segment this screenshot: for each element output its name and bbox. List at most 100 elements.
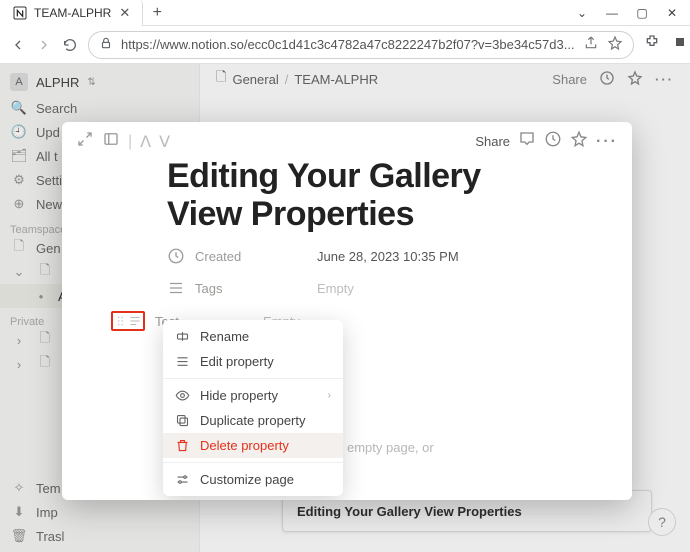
maximize-button[interactable]: ▢ bbox=[636, 6, 648, 20]
page-icon: 🗋 bbox=[36, 331, 54, 349]
notion-app: A ALPHR ⇅ 🔍Search 🕘Upd 🗂All t ⚙Setti ⊕Ne… bbox=[0, 64, 690, 552]
share-url-icon[interactable] bbox=[583, 35, 599, 54]
star-icon[interactable] bbox=[607, 35, 623, 54]
gear-icon: ⚙ bbox=[10, 171, 28, 189]
page-icon: 🗋 bbox=[36, 263, 54, 281]
clock-icon bbox=[167, 247, 185, 265]
sidebar-label: Upd bbox=[36, 125, 60, 140]
address-bar[interactable]: https://www.notion.so/ecc0c1d41c3c4782a4… bbox=[88, 31, 634, 59]
menu-item-duplicate-property[interactable]: Duplicate property bbox=[163, 408, 343, 433]
property-row-created[interactable]: Created June 28, 2023 10:35 PM bbox=[167, 247, 604, 265]
browser-tab[interactable]: TEAM-ALPHR ✕ bbox=[0, 0, 143, 26]
page-icon: 🗋 bbox=[216, 68, 226, 90]
clock-icon: 🕘 bbox=[10, 123, 28, 141]
sidebar-label: Imp bbox=[36, 505, 58, 520]
divider: | bbox=[128, 133, 132, 151]
back-button[interactable] bbox=[10, 36, 26, 54]
sidebar-label: New bbox=[36, 197, 62, 212]
breadcrumb-item[interactable]: TEAM-ALPHR bbox=[294, 72, 378, 87]
tag-list-icon bbox=[167, 279, 185, 297]
minimize-button[interactable]: — bbox=[606, 6, 618, 20]
sidebar-label: Setti bbox=[36, 173, 62, 188]
edit-prop-icon bbox=[175, 354, 190, 369]
lock-icon bbox=[99, 36, 113, 53]
page-icon: 🗋 bbox=[36, 355, 54, 373]
window-controls: ⌄ — ▢ ✕ bbox=[564, 0, 690, 25]
breadcrumb-item[interactable]: General bbox=[232, 72, 278, 87]
url-text: https://www.notion.so/ecc0c1d41c3c4782a4… bbox=[121, 37, 575, 52]
new-tab-button[interactable]: + bbox=[143, 0, 171, 25]
sidebar-item-trash[interactable]: 🗑 Trasl bbox=[0, 524, 199, 548]
trash-icon: 🗑 bbox=[10, 527, 28, 545]
duplicate-icon bbox=[175, 413, 190, 428]
property-label: Created bbox=[195, 249, 275, 264]
trash-icon bbox=[175, 438, 190, 453]
clock-icon[interactable] bbox=[599, 70, 615, 89]
search-icon: 🔍 bbox=[10, 99, 28, 117]
property-row-tags[interactable]: Tags Empty bbox=[167, 279, 604, 297]
empty-page-hint: empty page, or bbox=[347, 440, 434, 455]
page-peek-modal: | ᐱ ᐯ Share ··· Editing Your GalleryView… bbox=[62, 122, 632, 500]
tab-close-icon[interactable]: ✕ bbox=[117, 5, 132, 21]
menu-item-delete-property[interactable]: Delete property bbox=[163, 433, 343, 458]
bullet-icon: • bbox=[32, 287, 50, 305]
chevron-down-icon[interactable]: ⌄ bbox=[576, 6, 588, 20]
property-context-menu: Rename Edit property Hide property› Dupl… bbox=[163, 320, 343, 496]
browser-toolbar: https://www.notion.so/ecc0c1d41c3c4782a4… bbox=[0, 26, 690, 64]
inbox-icon: 🗂 bbox=[10, 147, 28, 165]
sidebar-label: Gen bbox=[36, 241, 61, 256]
help-icon: ? bbox=[658, 514, 666, 530]
star-icon[interactable] bbox=[627, 70, 643, 89]
text-lines-icon bbox=[128, 314, 142, 328]
star-icon[interactable] bbox=[570, 130, 588, 153]
more-icon[interactable]: ··· bbox=[596, 133, 618, 151]
stop-icon[interactable] bbox=[672, 34, 688, 55]
workspace-switcher[interactable]: A ALPHR ⇅ bbox=[0, 68, 199, 96]
sidebar-label: Tem bbox=[36, 481, 61, 496]
eye-off-icon bbox=[175, 388, 190, 403]
chevron-right-icon: › bbox=[10, 355, 28, 373]
menu-item-customize-page[interactable]: Customize page bbox=[163, 467, 343, 492]
notion-favicon-icon bbox=[12, 5, 28, 21]
chevron-right-icon: › bbox=[328, 390, 331, 401]
sidebar-label: Trasl bbox=[36, 529, 64, 544]
page-title[interactable]: Editing Your GalleryView Properties bbox=[167, 157, 604, 233]
share-button[interactable]: Share bbox=[552, 72, 587, 87]
share-button[interactable]: Share bbox=[475, 134, 510, 149]
prev-icon[interactable]: ᐱ bbox=[140, 132, 151, 152]
close-window-button[interactable]: ✕ bbox=[666, 6, 678, 20]
property-value: June 28, 2023 10:35 PM bbox=[317, 249, 459, 264]
page-icon: 🗋 bbox=[10, 239, 28, 257]
reload-button[interactable] bbox=[62, 36, 78, 54]
sidebar-item-import[interactable]: ⬇Imp bbox=[0, 500, 199, 524]
extensions-icon[interactable] bbox=[644, 34, 660, 55]
breadcrumb: 🗋 General / TEAM-ALPHR Share ··· bbox=[200, 64, 690, 94]
more-icon[interactable]: ··· bbox=[655, 72, 674, 87]
breadcrumb-separator: / bbox=[285, 72, 289, 87]
menu-separator bbox=[163, 462, 343, 463]
browser-tab-title: TEAM-ALPHR bbox=[34, 6, 111, 20]
comments-icon[interactable] bbox=[518, 130, 536, 153]
next-icon[interactable]: ᐯ bbox=[159, 132, 170, 152]
menu-item-rename[interactable]: Rename bbox=[163, 324, 343, 349]
gallery-card-title: Editing Your Gallery View Properties bbox=[297, 504, 522, 519]
drag-handle-icon bbox=[114, 314, 128, 328]
expand-icon[interactable] bbox=[76, 130, 94, 153]
modal-body: Editing Your GalleryView Properties Crea… bbox=[62, 157, 632, 331]
drag-handle-highlight[interactable] bbox=[111, 311, 145, 331]
chevron-down-icon: ⌄ bbox=[10, 263, 28, 281]
forward-button[interactable] bbox=[36, 36, 52, 54]
menu-item-hide-property[interactable]: Hide property› bbox=[163, 383, 343, 408]
workspace-avatar: A bbox=[10, 73, 28, 91]
peek-mode-icon[interactable] bbox=[102, 130, 120, 153]
chevron-right-icon: › bbox=[10, 331, 28, 349]
help-button[interactable]: ? bbox=[648, 508, 676, 536]
menu-item-edit-property[interactable]: Edit property bbox=[163, 349, 343, 374]
menu-separator bbox=[163, 378, 343, 379]
sliders-icon bbox=[175, 472, 190, 487]
chevron-updown-icon: ⇅ bbox=[87, 77, 95, 88]
clock-icon[interactable] bbox=[544, 130, 562, 153]
sidebar-item-search[interactable]: 🔍Search bbox=[0, 96, 199, 120]
workspace-name: ALPHR bbox=[36, 75, 79, 90]
rename-icon bbox=[175, 329, 190, 344]
